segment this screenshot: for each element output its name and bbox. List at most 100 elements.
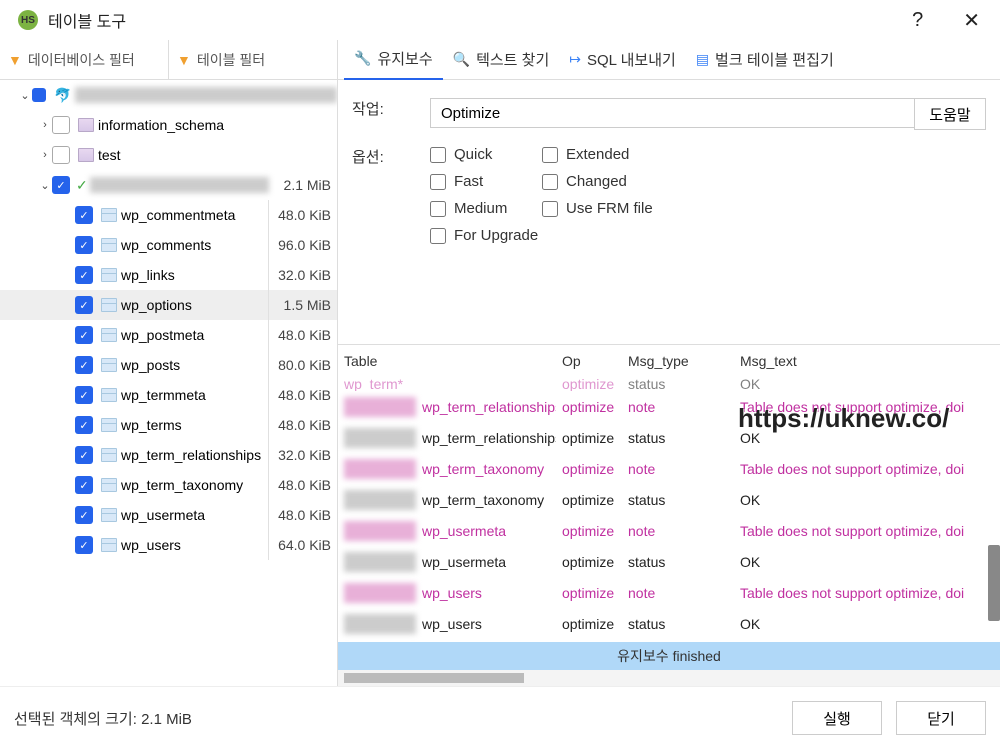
checkbox-checked-icon[interactable]: ✓ bbox=[52, 176, 70, 194]
run-button[interactable]: 실행 bbox=[792, 701, 882, 735]
result-row[interactable]: wp_users optimize note Table does not su… bbox=[338, 577, 1000, 608]
checkbox-empty-icon[interactable] bbox=[52, 116, 70, 134]
result-row[interactable]: wp_term_relationships optimize note Tabl… bbox=[338, 391, 1000, 422]
table-filter[interactable]: ▼ 테이블 필터 bbox=[169, 40, 337, 79]
checkbox-checked-icon[interactable]: ✓ bbox=[75, 236, 93, 254]
blurred-cell bbox=[344, 614, 416, 634]
action-select[interactable]: Optimize ⌄ bbox=[430, 98, 986, 128]
col-msg-text[interactable]: Msg_text bbox=[734, 353, 1000, 369]
table-filter-label: 테이블 필터 bbox=[197, 50, 265, 70]
col-op[interactable]: Op bbox=[556, 353, 622, 369]
tab-SQL 내보내기[interactable]: ↦SQL 내보내기 bbox=[559, 40, 686, 80]
option-use-frm-file[interactable]: Use FRM file bbox=[542, 200, 692, 217]
collapse-icon[interactable]: ⌄ bbox=[38, 179, 52, 192]
table-node[interactable]: ✓ wp_termmeta 48.0 KiB bbox=[0, 380, 337, 410]
table-size: 48.0 KiB bbox=[269, 387, 331, 403]
horizontal-scrollbar[interactable] bbox=[338, 670, 1000, 686]
result-row[interactable]: wp_usermeta optimize status OK bbox=[338, 546, 1000, 577]
blurred-cell bbox=[344, 397, 416, 417]
expand-icon[interactable]: › bbox=[38, 149, 52, 161]
table-node[interactable]: ✓ wp_posts 80.0 KiB bbox=[0, 350, 337, 380]
table-name: wp_postmeta bbox=[121, 327, 269, 343]
checkbox-checked-icon[interactable]: ✓ bbox=[75, 356, 93, 374]
checkbox[interactable] bbox=[542, 174, 558, 190]
collapse-icon[interactable]: ⌄ bbox=[18, 89, 32, 102]
connection-node[interactable]: ⌄ 🐬 ████ bbox=[0, 80, 337, 110]
col-msg-type[interactable]: Msg_type bbox=[622, 353, 734, 369]
table-size: 80.0 KiB bbox=[269, 357, 331, 373]
table-node[interactable]: ✓ wp_comments 96.0 KiB bbox=[0, 230, 337, 260]
checkbox[interactable] bbox=[542, 201, 558, 217]
checkbox-checked-icon[interactable]: ✓ bbox=[75, 296, 93, 314]
table-node[interactable]: ✓ wp_users 64.0 KiB bbox=[0, 530, 337, 560]
tab-텍스트 찾기[interactable]: 🔍텍스트 찾기 bbox=[443, 40, 560, 80]
result-text: OK bbox=[734, 554, 1000, 570]
result-row[interactable]: wp_term_relationships optimize status OK bbox=[338, 422, 1000, 453]
checkbox-empty-icon[interactable] bbox=[52, 146, 70, 164]
db-tree[interactable]: ⌄ 🐬 ████ › information_schema› test ⌄ ✓ … bbox=[0, 80, 337, 686]
option-medium[interactable]: Medium bbox=[430, 200, 542, 217]
checkbox-checked-icon[interactable]: ✓ bbox=[75, 386, 93, 404]
results-body[interactable]: wp_term*optimizestatusOK wp_term_relatio… bbox=[338, 377, 1000, 642]
result-row[interactable]: wp_term_taxonomy optimize status OK bbox=[338, 484, 1000, 515]
checkbox-checked-icon[interactable]: ✓ bbox=[75, 416, 93, 434]
checkbox-checked-icon[interactable]: ✓ bbox=[75, 266, 93, 284]
close-button[interactable]: 닫기 bbox=[896, 701, 986, 735]
result-row[interactable]: wp_usermeta optimize note Table does not… bbox=[338, 515, 1000, 546]
db-name: test bbox=[98, 147, 337, 163]
table-icon bbox=[101, 268, 117, 282]
database-node[interactable]: › information_schema bbox=[0, 110, 337, 140]
green-check-icon: ✓ bbox=[76, 177, 88, 194]
option-fast[interactable]: Fast bbox=[430, 173, 542, 190]
table-size: 48.0 KiB bbox=[269, 477, 331, 493]
result-table: wp_term_relationships bbox=[416, 430, 556, 446]
table-node[interactable]: ✓ wp_options 1.5 MiB bbox=[0, 290, 337, 320]
help-button[interactable]: 도움말 bbox=[914, 98, 986, 130]
blurred-cell bbox=[344, 552, 416, 572]
table-node[interactable]: ✓ wp_term_taxonomy 48.0 KiB bbox=[0, 470, 337, 500]
table-size: 1.5 MiB bbox=[269, 297, 331, 313]
checkbox-checked-icon[interactable]: ✓ bbox=[75, 326, 93, 344]
checkbox-checked-icon[interactable]: ✓ bbox=[75, 476, 93, 494]
tab-유지보수[interactable]: 🔧유지보수 bbox=[344, 40, 443, 80]
checkbox[interactable] bbox=[430, 228, 446, 244]
checkbox-checked-icon[interactable] bbox=[32, 88, 46, 102]
option-extended[interactable]: Extended bbox=[542, 146, 692, 163]
checkbox[interactable] bbox=[430, 147, 446, 163]
tab-벌크 테이블 편집기[interactable]: ▤벌크 테이블 편집기 bbox=[686, 40, 844, 80]
close-button[interactable]: ✕ bbox=[963, 8, 980, 33]
database-node-selected[interactable]: ⌄ ✓ ✓ ████ 2.1 MiB bbox=[0, 170, 337, 200]
result-row[interactable]: wp_users optimize status OK bbox=[338, 608, 1000, 639]
checkbox-checked-icon[interactable]: ✓ bbox=[75, 206, 93, 224]
database-filter[interactable]: ▼ 데이터베이스 필터 bbox=[0, 40, 169, 79]
tab-icon: ▤ bbox=[696, 51, 709, 68]
table-node[interactable]: ✓ wp_usermeta 48.0 KiB bbox=[0, 500, 337, 530]
result-row[interactable]: wp_term_taxonomy optimize note Table doe… bbox=[338, 453, 1000, 484]
result-op: optimize bbox=[556, 430, 622, 446]
blurred-cell bbox=[344, 459, 416, 479]
vertical-scrollbar[interactable] bbox=[988, 545, 1000, 621]
option-quick[interactable]: Quick bbox=[430, 146, 542, 163]
result-text: Table does not support optimize, doi bbox=[734, 461, 1000, 477]
option-label: Fast bbox=[454, 173, 483, 190]
table-node[interactable]: ✓ wp_terms 48.0 KiB bbox=[0, 410, 337, 440]
blurred-cell bbox=[344, 490, 416, 510]
checkbox[interactable] bbox=[542, 147, 558, 163]
option-for-upgrade[interactable]: For Upgrade bbox=[430, 227, 542, 244]
table-node[interactable]: ✓ wp_term_relationships 32.0 KiB bbox=[0, 440, 337, 470]
option-changed[interactable]: Changed bbox=[542, 173, 692, 190]
expand-icon[interactable]: › bbox=[38, 119, 52, 131]
help-button[interactable]: ? bbox=[912, 9, 923, 32]
checkbox-checked-icon[interactable]: ✓ bbox=[75, 446, 93, 464]
table-size: 64.0 KiB bbox=[269, 537, 331, 553]
table-node[interactable]: ✓ wp_links 32.0 KiB bbox=[0, 260, 337, 290]
checkbox-checked-icon[interactable]: ✓ bbox=[75, 506, 93, 524]
database-node[interactable]: › test bbox=[0, 140, 337, 170]
table-node[interactable]: ✓ wp_commentmeta 48.0 KiB bbox=[0, 200, 337, 230]
col-table[interactable]: Table bbox=[338, 353, 556, 369]
table-node[interactable]: ✓ wp_postmeta 48.0 KiB bbox=[0, 320, 337, 350]
checkbox-checked-icon[interactable]: ✓ bbox=[75, 536, 93, 554]
checkbox[interactable] bbox=[430, 174, 446, 190]
checkbox[interactable] bbox=[430, 201, 446, 217]
table-icon bbox=[101, 418, 117, 432]
